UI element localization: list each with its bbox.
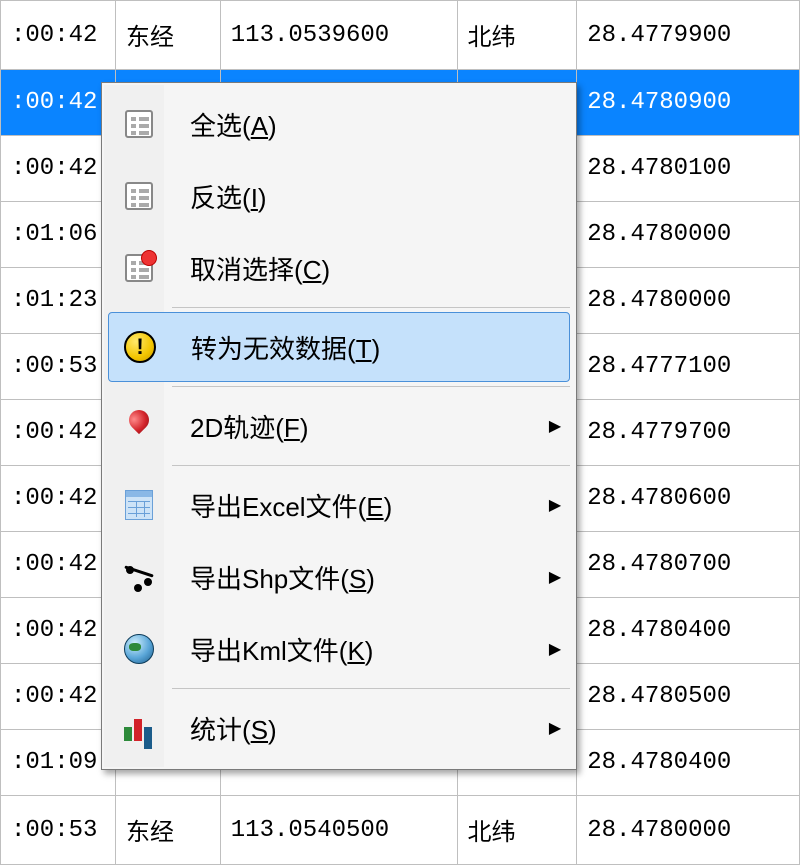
time-cell[interactable]: :01:23	[1, 268, 116, 334]
latitude-label-cell[interactable]: 北纬	[457, 796, 577, 865]
longitude-label-cell[interactable]: 东经	[115, 1, 220, 70]
menu-select-all[interactable]: 全选(A)	[108, 89, 570, 159]
earth-icon	[124, 634, 154, 664]
time-cell[interactable]: :00:42	[1, 466, 116, 532]
warning-icon: !	[124, 331, 156, 363]
menu-export-shp[interactable]: 导出Shp文件(S) ▶	[108, 542, 570, 612]
longitude-cell[interactable]: 113.0540500	[220, 796, 457, 865]
latitude-cell[interactable]: 28.4779900	[577, 1, 800, 70]
menu-label: 2D轨迹(F)	[170, 408, 540, 445]
latitude-cell[interactable]: 28.4780700	[577, 532, 800, 598]
menu-separator	[172, 307, 570, 308]
latitude-cell[interactable]: 28.4780000	[577, 202, 800, 268]
latitude-cell[interactable]: 28.4780000	[577, 796, 800, 865]
table-row[interactable]: :00:53东经113.0540500北纬28.4780000	[1, 796, 800, 865]
longitude-label-cell[interactable]: 东经	[115, 796, 220, 865]
menu-label: 反选(I)	[170, 178, 570, 215]
latitude-cell[interactable]: 28.4780900	[577, 70, 800, 136]
menu-separator	[172, 386, 570, 387]
menu-separator	[172, 465, 570, 466]
latitude-cell[interactable]: 28.4780000	[577, 268, 800, 334]
pin-icon	[129, 410, 149, 442]
list-icon	[125, 182, 153, 210]
menu-statistics[interactable]: 统计(S) ▶	[108, 693, 570, 763]
menu-label: 全选(A)	[170, 106, 570, 143]
menu-export-excel[interactable]: 导出Excel文件(E) ▶	[108, 470, 570, 540]
menu-label: 转为无效数据(T)	[171, 329, 569, 366]
submenu-arrow-icon: ▶	[540, 718, 570, 738]
time-cell[interactable]: :00:42	[1, 1, 116, 70]
submenu-arrow-icon: ▶	[540, 639, 570, 659]
shp-icon	[124, 564, 154, 590]
submenu-arrow-icon: ▶	[540, 567, 570, 587]
latitude-cell[interactable]: 28.4780400	[577, 598, 800, 664]
time-cell[interactable]: :00:42	[1, 598, 116, 664]
excel-icon	[125, 490, 153, 520]
submenu-arrow-icon: ▶	[540, 495, 570, 515]
latitude-cell[interactable]: 28.4779700	[577, 400, 800, 466]
menu-export-kml[interactable]: 导出Kml文件(K) ▶	[108, 614, 570, 684]
menu-invert-selection[interactable]: 反选(I)	[108, 161, 570, 231]
menu-2d-track[interactable]: 2D轨迹(F) ▶	[108, 391, 570, 461]
time-cell[interactable]: :00:42	[1, 532, 116, 598]
menu-to-invalid[interactable]: ! 转为无效数据(T)	[108, 312, 570, 382]
time-cell[interactable]: :00:42	[1, 70, 116, 136]
menu-label: 统计(S)	[170, 710, 540, 747]
longitude-cell[interactable]: 113.0539600	[220, 1, 457, 70]
list-icon	[125, 110, 153, 138]
menu-label: 导出Kml文件(K)	[170, 631, 540, 668]
menu-label: 导出Excel文件(E)	[170, 487, 540, 524]
stats-icon	[124, 715, 154, 741]
time-cell[interactable]: :00:42	[1, 136, 116, 202]
time-cell[interactable]: :00:53	[1, 796, 116, 865]
time-cell[interactable]: :01:06	[1, 202, 116, 268]
latitude-cell[interactable]: 28.4780400	[577, 730, 800, 796]
submenu-arrow-icon: ▶	[540, 416, 570, 436]
context-menu: 全选(A) 反选(I) 取消选择(C) ! 转为无效数据(T) 2D轨迹(F) …	[101, 82, 577, 770]
table-row[interactable]: :00:42东经113.0539600北纬28.4779900	[1, 1, 800, 70]
time-cell[interactable]: :00:42	[1, 664, 116, 730]
menu-label: 导出Shp文件(S)	[170, 559, 540, 596]
latitude-cell[interactable]: 28.4780600	[577, 466, 800, 532]
latitude-cell[interactable]: 28.4780500	[577, 664, 800, 730]
time-cell[interactable]: :01:09	[1, 730, 116, 796]
menu-label: 取消选择(C)	[170, 250, 570, 287]
menu-cancel-selection[interactable]: 取消选择(C)	[108, 233, 570, 303]
time-cell[interactable]: :00:42	[1, 400, 116, 466]
latitude-label-cell[interactable]: 北纬	[457, 1, 577, 70]
list-cancel-icon	[125, 254, 153, 282]
menu-separator	[172, 688, 570, 689]
latitude-cell[interactable]: 28.4780100	[577, 136, 800, 202]
latitude-cell[interactable]: 28.4777100	[577, 334, 800, 400]
time-cell[interactable]: :00:53	[1, 334, 116, 400]
